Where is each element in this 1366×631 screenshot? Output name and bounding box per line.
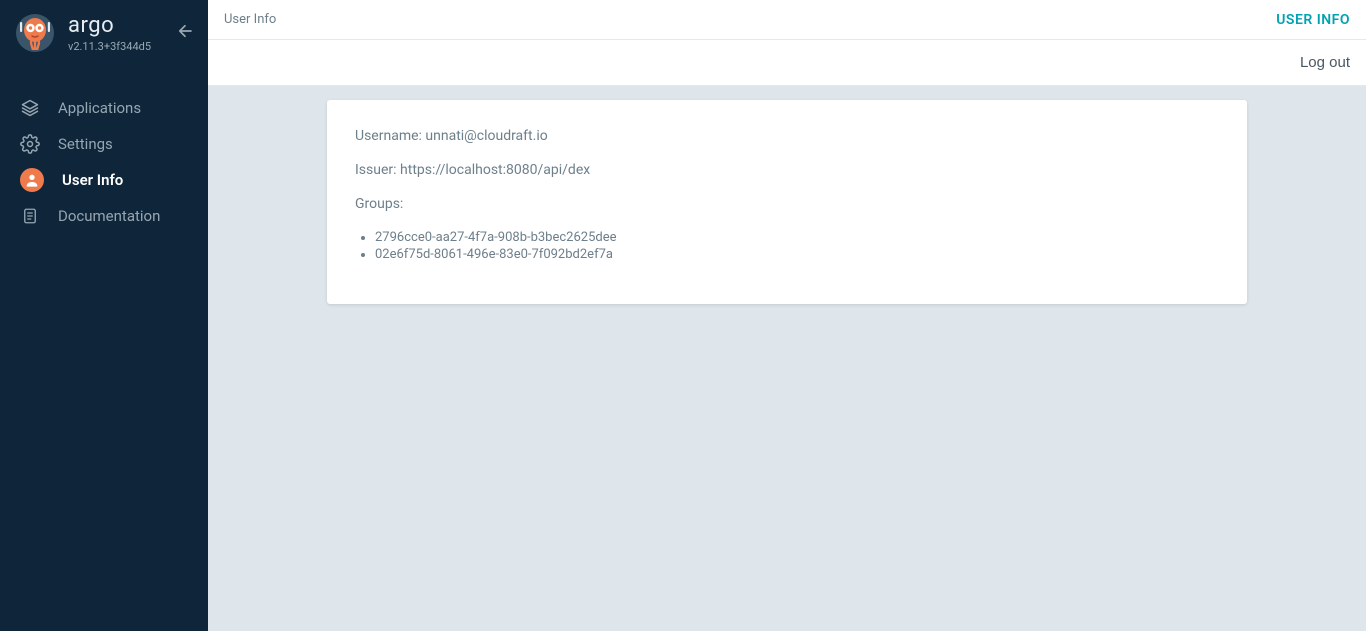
username-value: unnati@cloudraft.io xyxy=(425,128,547,144)
user-circle-icon xyxy=(20,168,44,192)
sidebar-nav: Applications Settings User Info xyxy=(0,90,208,234)
sidebar-item-applications[interactable]: Applications xyxy=(0,90,208,126)
page-title: USER INFO xyxy=(1276,12,1350,28)
sidebar-item-user-info[interactable]: User Info xyxy=(0,162,208,198)
sidebar-item-label: User Info xyxy=(62,171,123,189)
sidebar-item-documentation[interactable]: Documentation xyxy=(0,198,208,234)
logout-button[interactable]: Log out xyxy=(1300,54,1350,71)
product-name: argo xyxy=(68,15,151,37)
issuer-label: Issuer: xyxy=(355,162,397,178)
breadcrumb: User Info xyxy=(224,12,276,27)
group-item: 02e6f75d-8061-496e-83e0-7f092bd2ef7a xyxy=(375,247,1219,262)
issuer-row: Issuer: https://localhost:8080/api/dex xyxy=(355,162,1219,178)
sidebar-header: argo v2.11.3+3f344d5 xyxy=(0,0,208,60)
username-row: Username: unnati@cloudraft.io xyxy=(355,128,1219,144)
sidebar-item-label: Documentation xyxy=(58,207,160,225)
argo-logo-icon xyxy=(16,14,54,52)
actionbar: Log out xyxy=(208,40,1366,86)
user-info-card: Username: unnati@cloudraft.io Issuer: ht… xyxy=(327,100,1247,304)
sidebar-item-label: Settings xyxy=(58,135,113,153)
book-icon xyxy=(20,206,40,226)
username-label: Username: xyxy=(355,128,422,144)
sidebar-item-label: Applications xyxy=(58,99,141,117)
product-version: v2.11.3+3f344d5 xyxy=(68,41,151,52)
issuer-value: https://localhost:8080/api/dex xyxy=(400,162,590,178)
main: User Info USER INFO Log out Username: un… xyxy=(208,0,1366,631)
groups-label: Groups: xyxy=(355,196,403,212)
collapse-sidebar-button[interactable] xyxy=(176,22,194,44)
layers-icon xyxy=(20,98,40,118)
logo[interactable]: argo v2.11.3+3f344d5 xyxy=(16,14,151,52)
topbar: User Info USER INFO xyxy=(208,0,1366,40)
groups-list: 2796cce0-aa27-4f7a-908b-b3bec2625dee 02e… xyxy=(355,230,1219,262)
sidebar: argo v2.11.3+3f344d5 Applications xyxy=(0,0,208,631)
group-item: 2796cce0-aa27-4f7a-908b-b3bec2625dee xyxy=(375,230,1219,245)
sidebar-item-settings[interactable]: Settings xyxy=(0,126,208,162)
content-area: Username: unnati@cloudraft.io Issuer: ht… xyxy=(208,86,1366,631)
gear-icon xyxy=(20,134,40,154)
groups-row: Groups: xyxy=(355,196,1219,212)
